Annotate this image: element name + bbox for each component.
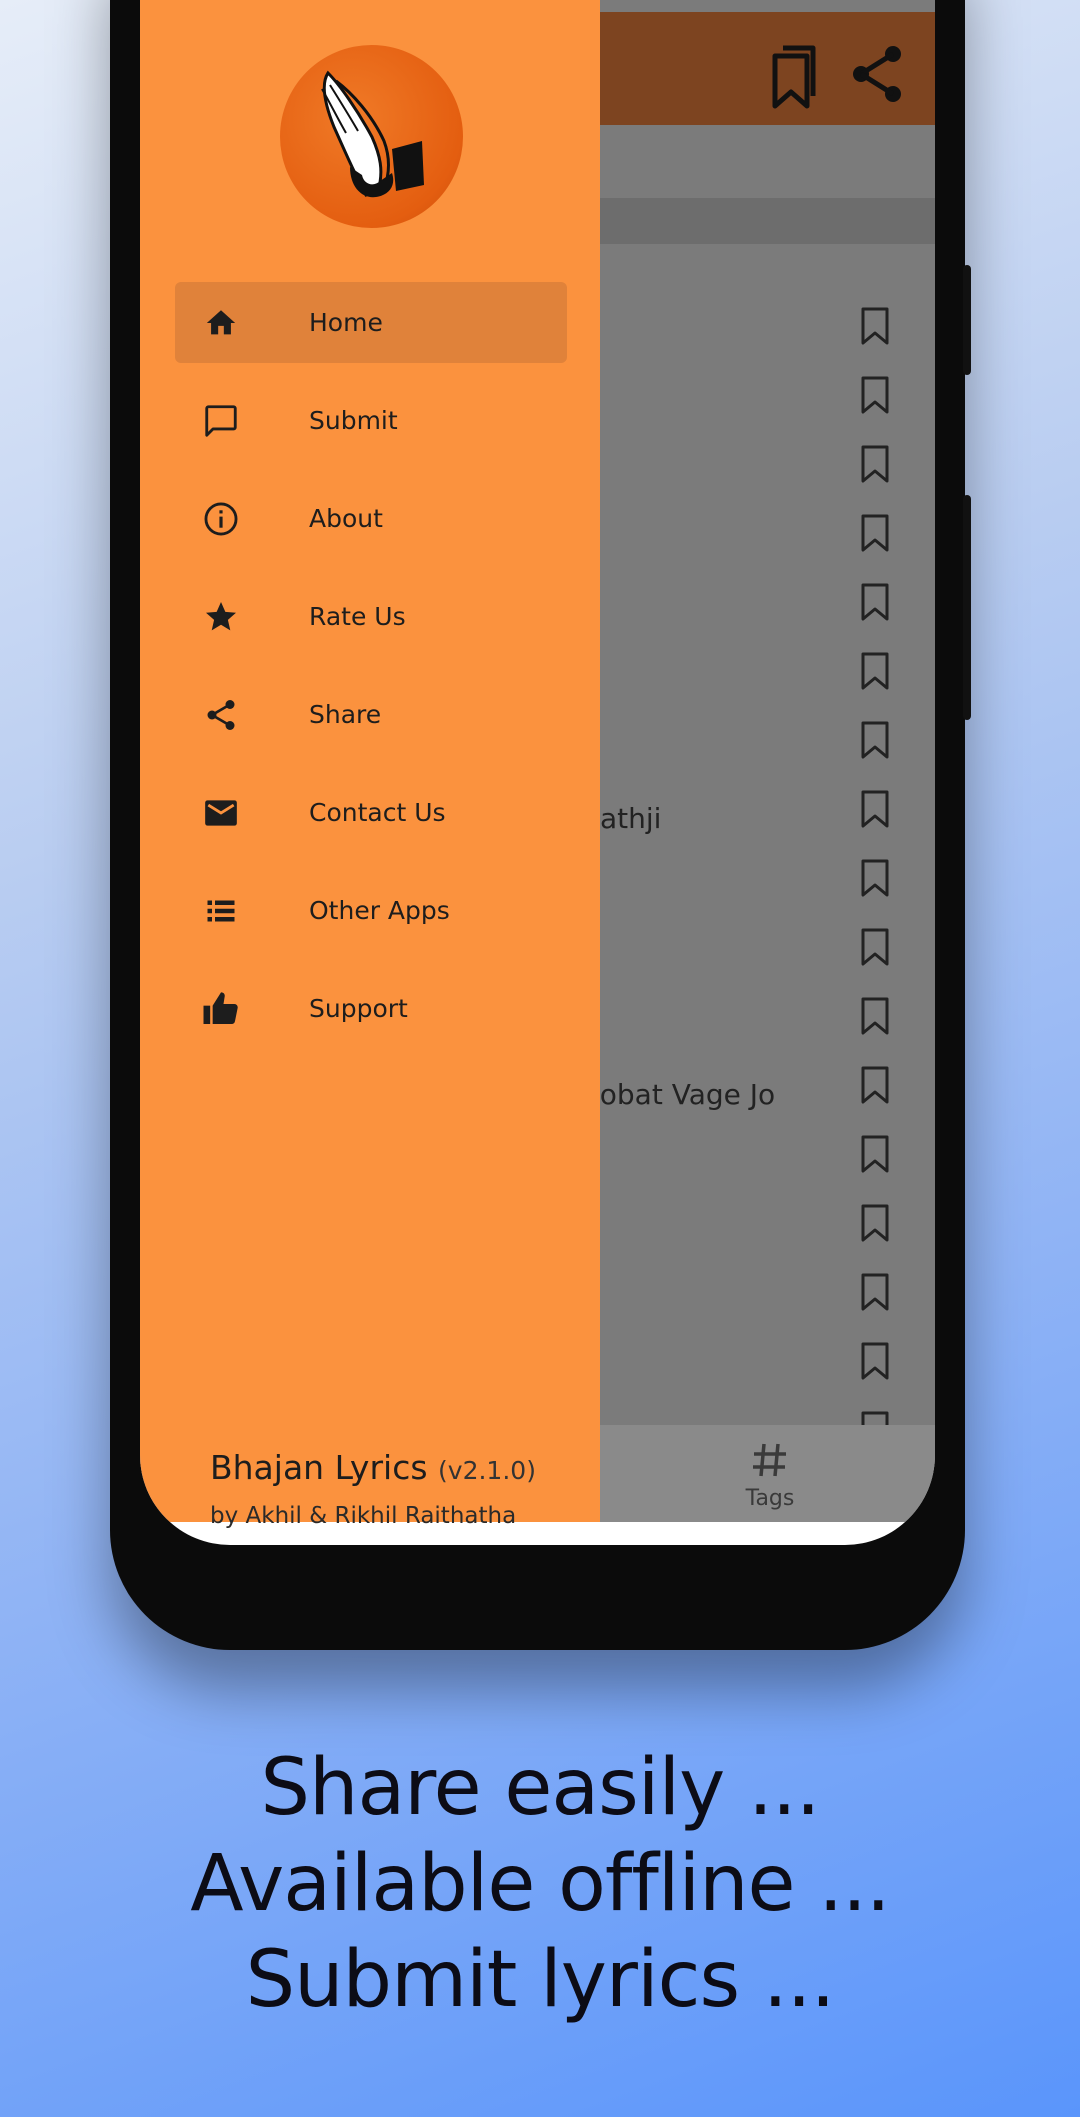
bookmark-icon[interactable] [860, 375, 890, 422]
list-icon [201, 891, 241, 931]
marketing-tagline: Share easily ... Available offline ... S… [0, 1740, 1080, 2028]
mail-icon [201, 793, 241, 833]
sidebar-item-share[interactable]: Share [175, 674, 567, 755]
star-icon [201, 597, 241, 637]
bookmark-icon[interactable] [860, 996, 890, 1043]
power-button [963, 495, 971, 720]
bookmark-icon[interactable] [860, 582, 890, 629]
sidebar-item-home[interactable]: Home [175, 282, 567, 363]
hash-icon [750, 1443, 790, 1484]
bookmark-icon[interactable] [860, 927, 890, 974]
sidebar-item-label: Support [309, 994, 408, 1023]
sidebar-item-label: Share [309, 700, 382, 729]
list-item-fragment[interactable]: athji [600, 802, 661, 835]
navigation-drawer: Home Submit About Rate Us Share Contact Us Oth… [140, 0, 600, 1529]
tagline-line: Share easily ... [260, 1743, 821, 1833]
sidebar-item-label: Home [309, 308, 383, 337]
info-icon [201, 499, 241, 539]
home-icon [201, 303, 241, 343]
drawer-menu: Home Submit About Rate Us Share Contact Us Oth… [175, 282, 567, 1066]
praying-hands-icon [280, 70, 463, 228]
app-authors: by Akhil & Rikhil Raithatha [210, 1503, 517, 1529]
bookmark-icon[interactable] [860, 1272, 890, 1319]
sidebar-item-submit[interactable]: Submit [175, 380, 567, 461]
tab-tags-label: Tags [745, 1486, 795, 1511]
app-name: Bhajan Lyrics (v2.1.0) [210, 1448, 536, 1487]
screen: athji lobat Vage Jo Tags Home Submit Abo… [140, 0, 935, 1545]
volume-button [963, 265, 971, 375]
bookmark-icon[interactable] [860, 789, 890, 836]
sidebar-item-contact-us[interactable]: Contact Us [175, 772, 567, 853]
sidebar-item-support[interactable]: Support [175, 968, 567, 1049]
bookmark-icon[interactable] [860, 1341, 890, 1388]
sidebar-item-label: About [309, 504, 383, 533]
app-logo [280, 45, 463, 228]
sidebar-item-other-apps[interactable]: Other Apps [175, 870, 567, 951]
bookmark-icon[interactable] [860, 720, 890, 767]
sidebar-item-rate-us[interactable]: Rate Us [175, 576, 567, 657]
sidebar-item-label: Rate Us [309, 602, 406, 631]
sidebar-item-label: Submit [309, 406, 398, 435]
app-name-text: Bhajan Lyrics [210, 1448, 428, 1487]
thumbs-up-icon [201, 989, 241, 1029]
share-icon[interactable] [849, 42, 905, 116]
phone-frame: athji lobat Vage Jo Tags Home Submit Abo… [110, 0, 971, 1650]
sidebar-item-about[interactable]: About [175, 478, 567, 559]
bookmark-icon[interactable] [860, 306, 890, 353]
bookmark-icon[interactable] [860, 1134, 890, 1181]
bookmark-icon[interactable] [860, 651, 890, 698]
bookmark-icon[interactable] [860, 444, 890, 491]
tagline-line: Available offline ... [190, 1839, 890, 1929]
app-version: (v2.1.0) [438, 1456, 536, 1485]
bookmark-icon[interactable] [860, 858, 890, 905]
bookmark-column [860, 306, 890, 1479]
sidebar-item-label: Contact Us [309, 798, 446, 827]
bookmark-icon[interactable] [860, 1203, 890, 1250]
bookmark-icon[interactable] [860, 1065, 890, 1112]
share-icon [201, 695, 241, 735]
sidebar-item-label: Other Apps [309, 896, 450, 925]
chat-bubble-icon [201, 401, 241, 441]
bookmarks-icon[interactable] [761, 42, 821, 116]
bookmark-icon[interactable] [860, 513, 890, 560]
list-item-fragment[interactable]: lobat Vage Jo [592, 1078, 775, 1111]
tab-tags[interactable]: Tags [685, 1440, 855, 1511]
tagline-line: Submit lyrics ... [245, 1935, 836, 2025]
